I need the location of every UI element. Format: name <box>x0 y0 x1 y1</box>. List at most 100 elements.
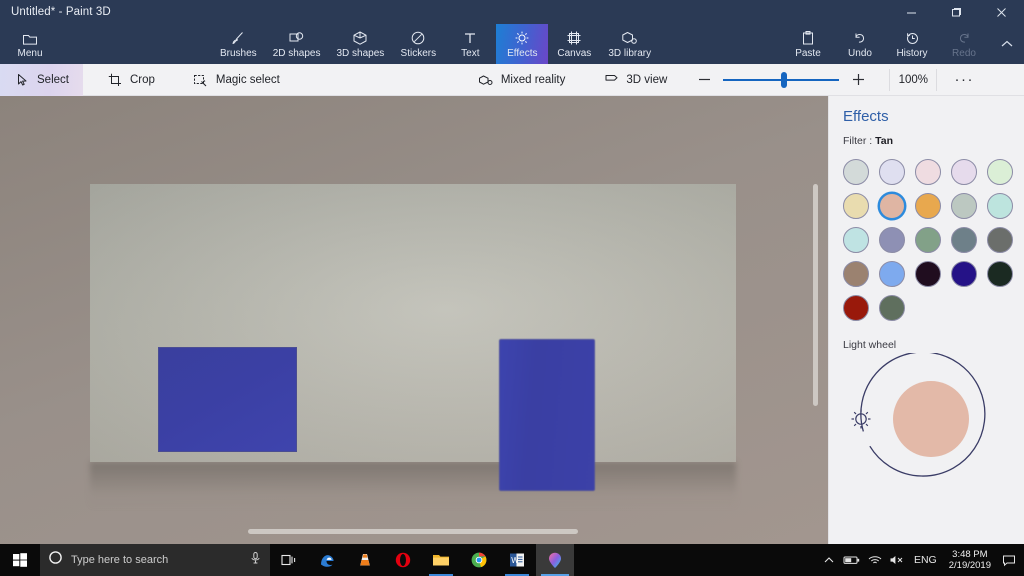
select-tool-label: Select <box>37 74 69 86</box>
close-button[interactable] <box>979 0 1024 24</box>
filter-swatch-slate[interactable] <box>951 227 977 253</box>
filter-swatch-mint-light[interactable] <box>987 159 1013 185</box>
zoom-out-button[interactable] <box>695 71 713 89</box>
more-options-button[interactable]: ··· <box>947 67 981 93</box>
tab-text[interactable]: Text <box>444 24 496 64</box>
filter-swatch-aqua-pale[interactable] <box>843 227 869 253</box>
tab-3d-library[interactable]: 3D library <box>600 24 659 64</box>
undo-label: Undo <box>848 48 872 59</box>
paste-button[interactable]: Paste <box>782 24 834 64</box>
taskbar-app-microsoft-word[interactable]: W <box>498 544 536 576</box>
undo-icon <box>852 29 868 46</box>
action-center-icon[interactable] <box>998 544 1020 576</box>
mixed-reality-tool[interactable]: Mixed reality <box>464 64 580 96</box>
tab-text-label: Text <box>461 48 479 59</box>
language-indicator[interactable]: ENG <box>909 544 942 576</box>
blue-rectangle-shape[interactable] <box>158 347 297 452</box>
filter-swatch-pink-light[interactable] <box>915 159 941 185</box>
taskbar-app-paint-3d[interactable] <box>536 544 574 576</box>
select-tool[interactable]: Select <box>0 64 83 96</box>
3d-shapes-icon <box>352 29 368 46</box>
system-tray: ENG 3:48 PM 2/19/2019 <box>818 544 1024 576</box>
menu-button[interactable]: Menu <box>4 24 56 64</box>
paste-label: Paste <box>795 48 821 59</box>
filter-swatch-plum-black[interactable] <box>915 261 941 287</box>
crop-tool-label: Crop <box>130 74 155 86</box>
tab-brushes[interactable]: Brushes <box>212 24 265 64</box>
taskbar-app-file-explorer[interactable] <box>422 544 460 576</box>
filter-swatch-none[interactable] <box>843 159 869 185</box>
battery-icon[interactable] <box>840 544 864 576</box>
history-icon <box>904 29 920 46</box>
taskbar-app-opera-browser[interactable] <box>384 544 422 576</box>
artboard-shadow <box>90 462 736 508</box>
task-view-icon[interactable] <box>270 544 308 576</box>
filter-swatch-lavender-light[interactable] <box>879 159 905 185</box>
search-input[interactable]: Type here to search <box>40 544 270 576</box>
filter-swatch-taupe[interactable] <box>843 261 869 287</box>
filter-swatch-olive-grey[interactable] <box>879 295 905 321</box>
zoom-percentage[interactable]: 100% <box>889 69 937 91</box>
filter-swatch-cornflower[interactable] <box>879 261 905 287</box>
menu-label: Menu <box>17 48 42 59</box>
filter-value: Tan <box>875 135 893 147</box>
canvas-icon <box>566 29 582 46</box>
windows-start-icon[interactable] <box>0 544 40 576</box>
mixed-reality-label: Mixed reality <box>501 74 566 86</box>
filter-swatch-mauve-light[interactable] <box>951 159 977 185</box>
effects-icon <box>514 29 530 46</box>
redo-button: Redo <box>938 24 990 64</box>
filter-swatch-periwinkle[interactable] <box>879 227 905 253</box>
magic-select-label: Magic select <box>216 74 280 86</box>
taskbar-app-microsoft-edge[interactable] <box>308 544 346 576</box>
tab-canvas[interactable]: Canvas <box>548 24 600 64</box>
crop-tool[interactable]: Crop <box>93 64 169 96</box>
volume-muted-icon[interactable] <box>886 544 909 576</box>
tab-effects[interactable]: Effects <box>496 24 548 64</box>
filter-swatch-tan[interactable] <box>879 193 905 219</box>
ribbon-tabs: Brushes 2D shapes 3D shapes Stickers <box>212 24 659 64</box>
history-button[interactable]: History <box>886 24 938 64</box>
tab-stickers-label: Stickers <box>401 48 437 59</box>
tab-brushes-label: Brushes <box>220 48 257 59</box>
clock[interactable]: 3:48 PM 2/19/2019 <box>942 544 998 576</box>
filter-swatch-amber[interactable] <box>915 193 941 219</box>
magic-select-tool[interactable]: Magic select <box>179 64 294 96</box>
3d-view-label: 3D view <box>626 74 667 86</box>
zoom-slider-thumb[interactable] <box>781 72 787 88</box>
filter-swatch-cream[interactable] <box>843 193 869 219</box>
clock-time: 3:48 PM <box>952 549 987 561</box>
canvas-workspace[interactable] <box>0 96 828 544</box>
vertical-scrollbar[interactable] <box>813 184 818 406</box>
filter-swatch-forest-black[interactable] <box>987 261 1013 287</box>
minimize-button[interactable] <box>889 0 934 24</box>
undo-button[interactable]: Undo <box>834 24 886 64</box>
filter-swatch-indigo[interactable] <box>951 261 977 287</box>
blue-box-shape[interactable] <box>499 339 595 491</box>
ribbon-bar: Menu Brushes 2D shapes 3D shapes <box>0 24 1024 64</box>
redo-label: Redo <box>952 48 976 59</box>
tab-3d-shapes[interactable]: 3D shapes <box>329 24 393 64</box>
filter-swatch-aqua-light[interactable] <box>987 193 1013 219</box>
microphone-icon[interactable] <box>249 551 262 570</box>
zoom-slider[interactable] <box>723 71 839 89</box>
zoom-in-button[interactable] <box>849 71 867 89</box>
light-wheel-control[interactable] <box>843 357 1011 485</box>
filter-swatch-grey-dark[interactable] <box>987 227 1013 253</box>
horizontal-scrollbar[interactable] <box>248 529 578 534</box>
filter-label: Filter : Tan <box>843 135 1010 147</box>
maximize-restore-button[interactable] <box>934 0 979 24</box>
filter-swatch-brick-red[interactable] <box>843 295 869 321</box>
filter-swatch-sage[interactable] <box>915 227 941 253</box>
taskbar-app-vlc-media-player[interactable] <box>346 544 384 576</box>
3d-view-tool[interactable]: 3D view <box>589 64 681 96</box>
wifi-icon[interactable] <box>864 544 886 576</box>
tab-2d-shapes[interactable]: 2D shapes <box>265 24 329 64</box>
show-hidden-icons-icon[interactable] <box>818 544 840 576</box>
taskbar-app-google-chrome[interactable] <box>460 544 498 576</box>
filter-swatch-sage-grey[interactable] <box>951 193 977 219</box>
collapse-ribbon-button[interactable] <box>990 24 1024 64</box>
tab-stickers[interactable]: Stickers <box>392 24 444 64</box>
history-label: History <box>896 48 927 59</box>
panel-title: Effects <box>843 108 1010 125</box>
